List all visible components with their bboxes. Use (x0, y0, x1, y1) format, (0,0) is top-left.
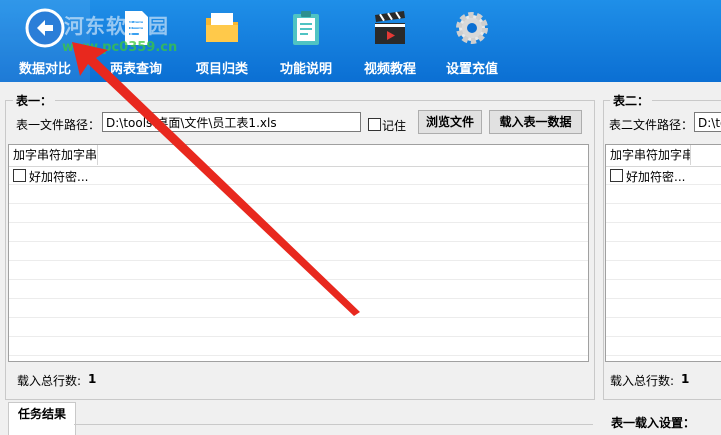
red-annotation-arrow (72, 42, 360, 316)
